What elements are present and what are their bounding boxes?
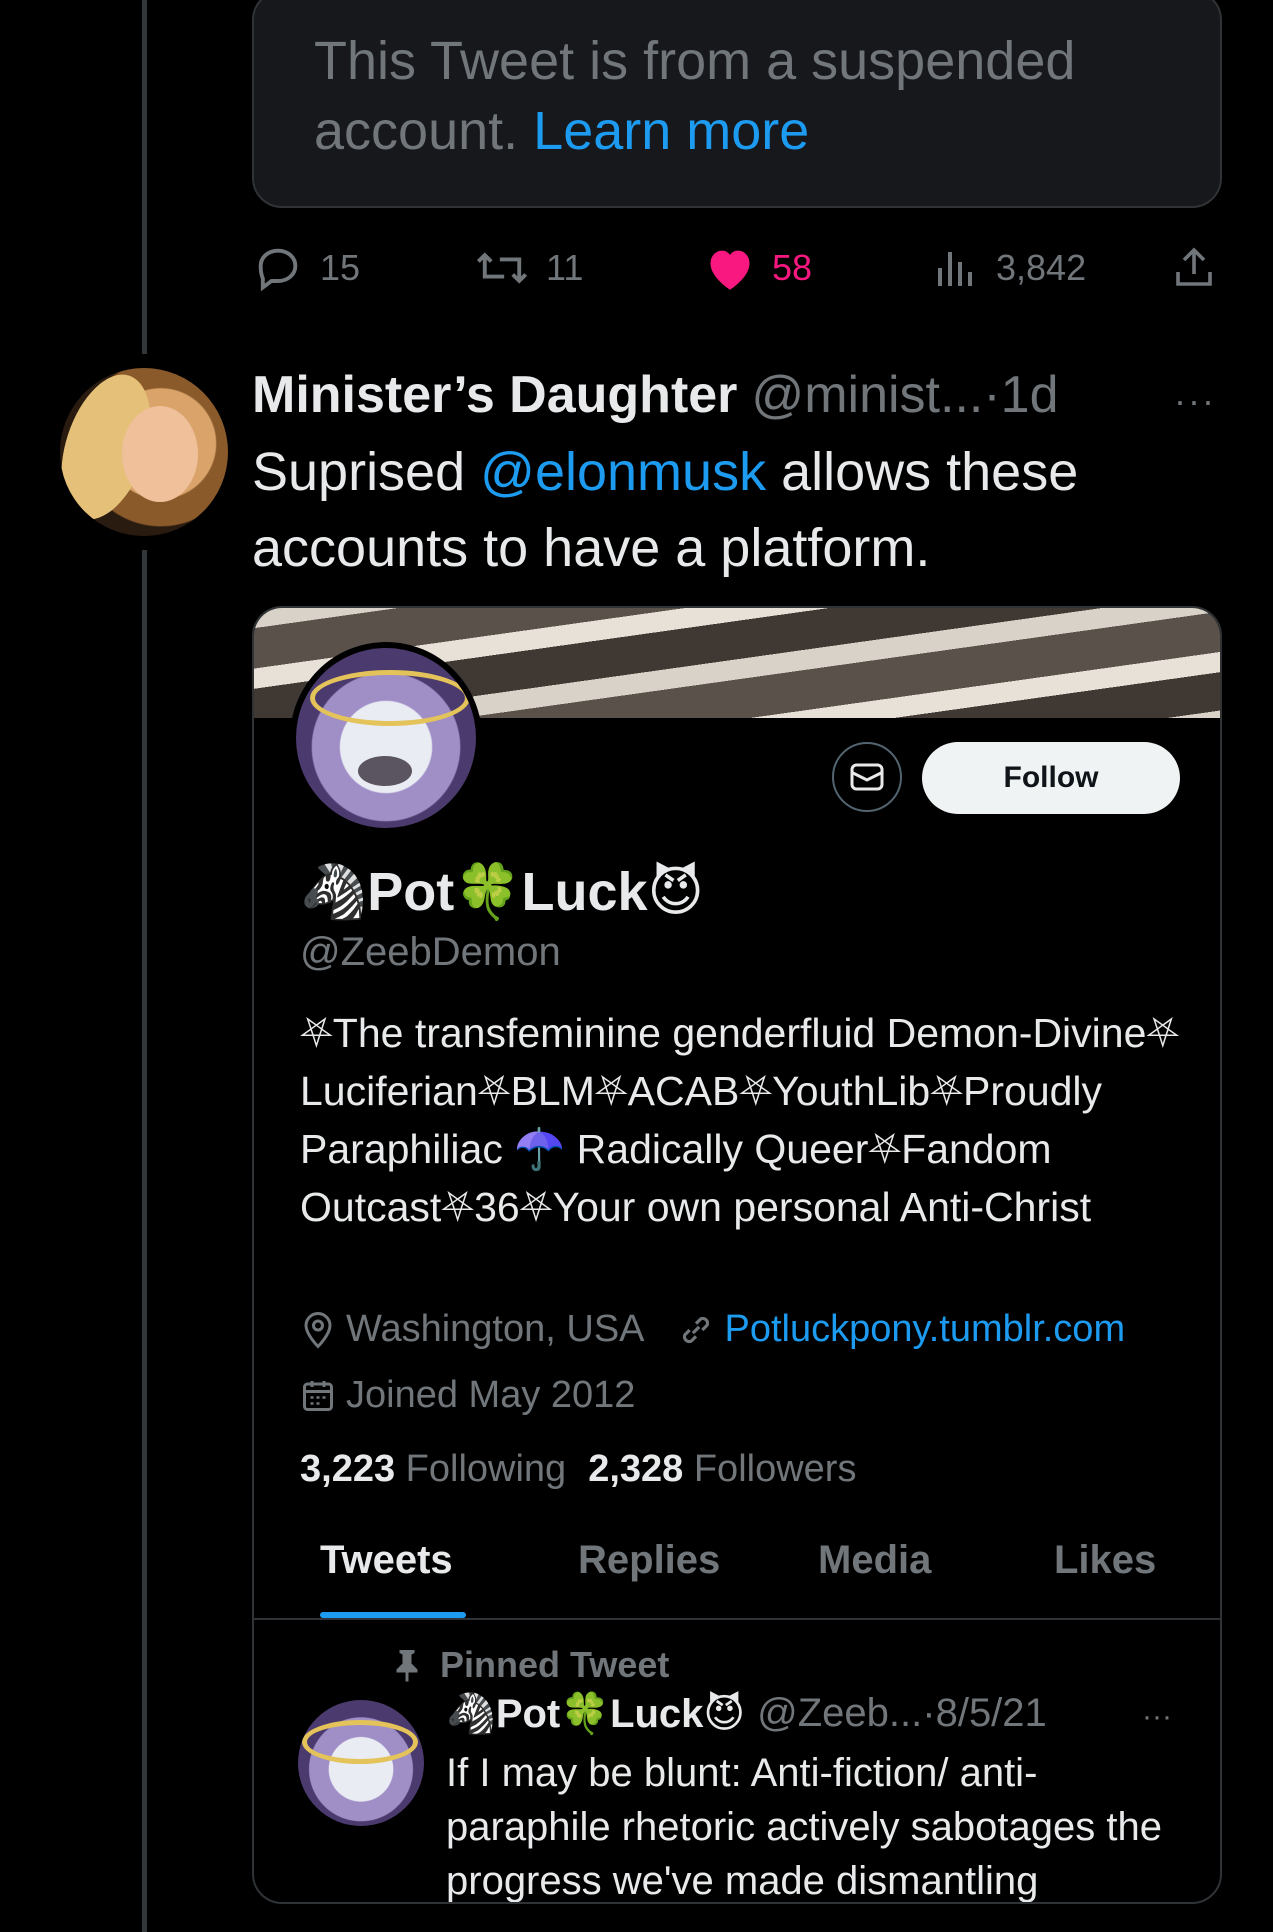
location-pin-icon bbox=[304, 1311, 332, 1349]
view-count: 3,842 bbox=[996, 247, 1087, 288]
time-separator: · bbox=[983, 366, 1001, 424]
zebra-emoji: 🦓 bbox=[300, 862, 368, 922]
tweet-time[interactable]: 1d bbox=[1001, 365, 1059, 425]
profile-bio: ⛧The transfeminine genderfluid Demon-Div… bbox=[300, 1004, 1190, 1236]
mail-icon bbox=[850, 763, 884, 791]
pin-icon bbox=[396, 1650, 418, 1682]
profile-card[interactable]: Follow 🦓Pot🍀Luck😈 @ZeebDemon ⛧The transf… bbox=[252, 606, 1222, 1904]
author-display-name[interactable]: Minister’s Daughter bbox=[252, 365, 737, 425]
bio-line-1: ⛧The transfeminine genderfluid Demon-Div… bbox=[300, 1010, 1180, 1056]
pinned-author-name[interactable]: 🦓Pot🍀Luck😈 bbox=[446, 1690, 745, 1737]
link-icon bbox=[682, 1316, 709, 1343]
pinned-tweet-header: Pinned Tweet bbox=[392, 1644, 669, 1686]
thread-line-bottom bbox=[142, 550, 147, 1932]
learn-more-link[interactable]: Learn more bbox=[533, 101, 809, 161]
retweet-icon bbox=[476, 252, 528, 284]
pinned-separator: · bbox=[922, 1691, 936, 1735]
profile-tabs: Tweets Replies Media Likes bbox=[254, 1518, 1220, 1620]
followers-link[interactable]: 2,328 Followers bbox=[588, 1448, 856, 1491]
follow-counts: 3,223 Following 2,328 Followers bbox=[300, 1448, 856, 1491]
joined-row: Joined May 2012 bbox=[300, 1374, 667, 1417]
reply-icon bbox=[258, 248, 298, 292]
profile-website[interactable]: Potluckpony.tumblr.com bbox=[725, 1308, 1126, 1351]
message-button[interactable] bbox=[832, 742, 902, 812]
following-label: Following bbox=[405, 1448, 567, 1490]
like-button[interactable]: 58 bbox=[704, 240, 812, 296]
bar-chart-icon bbox=[938, 252, 972, 286]
devil-emoji: 😈 bbox=[647, 862, 704, 922]
pinned-tweet-label: Pinned Tweet bbox=[440, 1644, 670, 1685]
profile-location: Washington, USA bbox=[346, 1308, 645, 1350]
author-handle[interactable]: @minist... bbox=[751, 365, 983, 425]
elonmusk-mention[interactable]: @elonmusk bbox=[480, 442, 766, 502]
followers-count: 2,328 bbox=[588, 1448, 684, 1490]
profile-meta-row: Washington, USA Potluckpony.tumblr.com bbox=[300, 1308, 1157, 1351]
follow-button[interactable]: Follow bbox=[922, 742, 1180, 814]
location-item: Washington, USA bbox=[300, 1308, 645, 1351]
pinned-tweet-text: If I may be blunt: Anti-fiction/ anti-pa… bbox=[446, 1751, 1162, 1903]
pinned-zebra-emoji: 🦓 bbox=[446, 1692, 496, 1736]
suspended-tweet-notice: This Tweet is from a suspended account. … bbox=[252, 0, 1222, 208]
profile-avatar[interactable] bbox=[290, 642, 482, 834]
views-button[interactable]: 3,842 bbox=[932, 240, 1086, 296]
joined-item: Joined May 2012 bbox=[300, 1374, 635, 1417]
tab-tweets[interactable]: Tweets bbox=[320, 1538, 453, 1583]
calendar-icon bbox=[303, 1380, 333, 1411]
thread-line-top bbox=[142, 0, 147, 354]
like-count: 58 bbox=[772, 247, 813, 288]
profile-display-name: 🦓Pot🍀Luck😈 bbox=[300, 860, 704, 924]
following-count: 3,223 bbox=[300, 1448, 396, 1490]
pinned-tweet-avatar[interactable] bbox=[298, 1700, 424, 1826]
share-icon bbox=[1176, 247, 1212, 286]
active-tab-indicator bbox=[320, 1612, 466, 1618]
share-button[interactable] bbox=[1170, 240, 1218, 296]
pinned-devil-emoji: 😈 bbox=[703, 1692, 746, 1736]
bio-line-2: Luciferian⛧BLM⛧ACAB⛧YouthLib⛧Proudly Par… bbox=[300, 1068, 1103, 1230]
tweet-text: Suprised @elonmusk allows these accounts… bbox=[252, 434, 1212, 586]
reply-button[interactable]: 15 bbox=[252, 240, 360, 296]
name-part-pot: Pot bbox=[367, 862, 455, 922]
pinned-name-luck: Luck bbox=[610, 1692, 704, 1736]
retweet-button[interactable]: 11 bbox=[474, 240, 583, 296]
tab-likes[interactable]: Likes bbox=[1054, 1538, 1156, 1583]
tab-media[interactable]: Media bbox=[818, 1538, 931, 1583]
pinned-handle[interactable]: @Zeeb... bbox=[757, 1691, 922, 1736]
pinned-clover-emoji: 🍀 bbox=[560, 1692, 611, 1736]
tab-replies[interactable]: Replies bbox=[578, 1538, 720, 1583]
pinned-date[interactable]: 8/5/21 bbox=[936, 1691, 1047, 1736]
clover-emoji: 🍀 bbox=[454, 862, 522, 922]
reply-count: 15 bbox=[320, 247, 361, 288]
tweet-author-line: Minister’s Daughter @minist... · 1d bbox=[252, 358, 1059, 432]
retweet-count: 11 bbox=[546, 247, 584, 288]
heart-icon bbox=[710, 250, 750, 290]
tweet-text-before: Suprised bbox=[252, 442, 481, 502]
profile-handle: @ZeebDemon bbox=[300, 930, 561, 974]
following-link[interactable]: 3,223 Following bbox=[300, 1448, 566, 1491]
name-part-luck: Luck bbox=[521, 862, 648, 922]
pinned-more-options-icon[interactable]: ··· bbox=[1142, 1700, 1172, 1734]
minister-daughter-avatar[interactable] bbox=[60, 368, 228, 536]
website-item[interactable]: Potluckpony.tumblr.com bbox=[677, 1308, 1126, 1351]
pinned-name-pot: Pot bbox=[495, 1692, 561, 1736]
followers-label: Followers bbox=[693, 1448, 857, 1490]
joined-date: Joined May 2012 bbox=[346, 1374, 636, 1416]
pinned-tweet-author-line: 🦓Pot🍀Luck😈 @Zeeb... · 8/5/21 bbox=[446, 1690, 1047, 1737]
more-options-icon[interactable]: ··· bbox=[1174, 380, 1216, 422]
